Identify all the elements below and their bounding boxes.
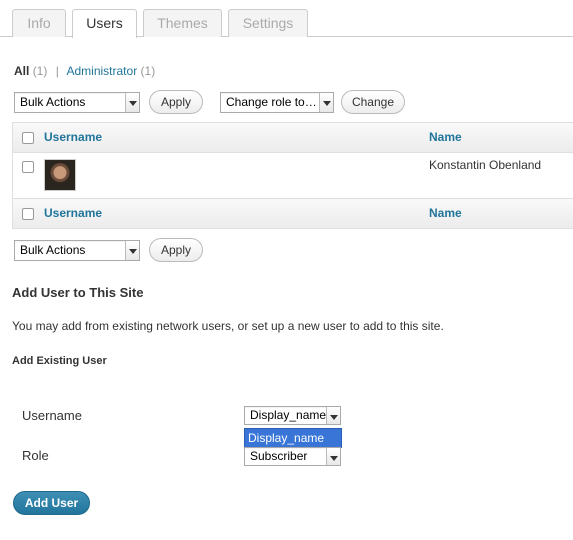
change-role-select[interactable]: Change role to…: [220, 92, 334, 113]
select-all-checkbox-bottom[interactable]: [22, 208, 34, 220]
apply-button-bottom[interactable]: Apply: [149, 238, 203, 262]
change-role-select-value: Change role to…: [226, 95, 317, 109]
role-select-value: Subscriber: [250, 449, 308, 463]
bulk-actions-select-top-value: Bulk Actions: [20, 95, 86, 109]
add-user-button[interactable]: Add User: [13, 491, 90, 515]
chevron-down-icon: [125, 241, 139, 260]
filter-separator: |: [55, 64, 59, 78]
role-filter-links: All (1) | Administrator (1): [14, 64, 155, 78]
apply-button-top[interactable]: Apply: [149, 90, 203, 114]
tab-info[interactable]: Info: [12, 9, 66, 37]
username-select-value: Display_name: [250, 408, 327, 422]
filter-administrator-link[interactable]: Administrator: [67, 64, 138, 78]
role-select[interactable]: Subscriber: [244, 447, 341, 466]
column-username-footer[interactable]: Username: [44, 206, 102, 220]
column-name-footer[interactable]: Name: [429, 206, 462, 220]
username-field-label: Username: [22, 408, 82, 423]
filter-all-count: (1): [32, 64, 48, 78]
column-name-header[interactable]: Name: [429, 130, 462, 144]
add-user-section-title: Add User to This Site: [12, 285, 144, 300]
row-checkbox[interactable]: [22, 161, 34, 173]
username-dropdown-option[interactable]: Display_name: [244, 428, 342, 448]
tab-themes[interactable]: Themes: [143, 9, 222, 37]
bulk-actions-select-bottom[interactable]: Bulk Actions: [14, 240, 140, 261]
user-avatar-icon: [44, 159, 76, 191]
tab-settings[interactable]: Settings: [228, 9, 308, 37]
bulk-actions-select-bottom-value: Bulk Actions: [20, 243, 86, 257]
filter-all-link[interactable]: All: [14, 64, 29, 78]
chevron-down-icon: [125, 93, 139, 112]
bulk-actions-select-top[interactable]: Bulk Actions: [14, 92, 140, 113]
add-existing-user-heading: Add Existing User: [12, 355, 107, 367]
add-user-description: You may add from existing network users,…: [12, 319, 444, 333]
filter-administrator-count: (1): [140, 64, 156, 78]
select-all-checkbox-top[interactable]: [22, 132, 34, 144]
chevron-down-icon: [326, 407, 340, 424]
row-name-cell: Konstantin Obenland: [429, 158, 542, 172]
chevron-down-icon: [326, 448, 340, 465]
tab-users[interactable]: Users: [72, 9, 137, 38]
role-field-label: Role: [22, 448, 49, 463]
username-select[interactable]: Display_name: [244, 406, 341, 425]
chevron-down-icon: [319, 93, 333, 112]
column-username-header[interactable]: Username: [44, 130, 102, 144]
change-button[interactable]: Change: [341, 90, 405, 114]
